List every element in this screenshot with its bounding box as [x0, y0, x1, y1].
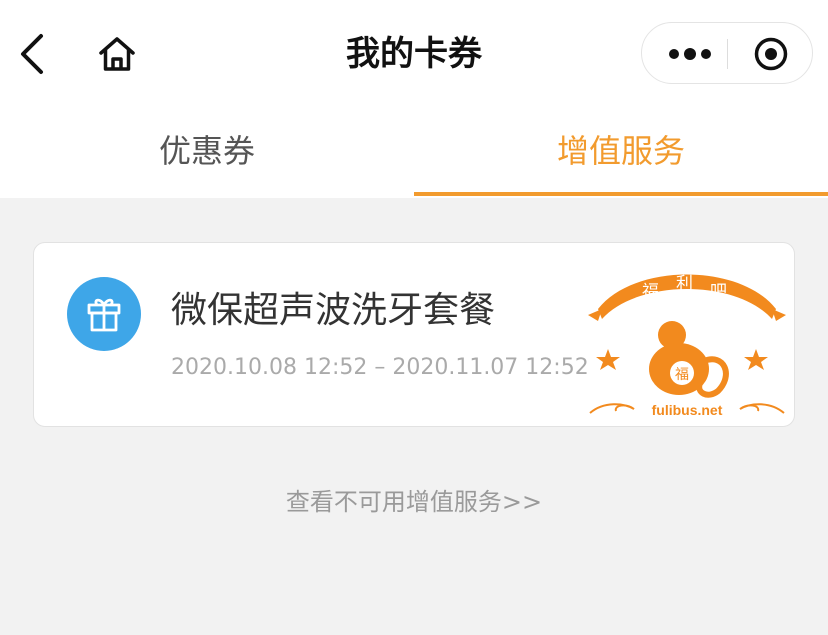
- more-button[interactable]: [660, 33, 720, 75]
- service-title: 微保超声波洗牙套餐: [171, 290, 496, 331]
- chevron-left-icon: [21, 34, 43, 74]
- gift-icon: [87, 298, 121, 332]
- service-card[interactable]: 微保超声波洗牙套餐 2020.10.08 12:52 – 2020.11.07 …: [33, 242, 795, 427]
- validity-period: 2020.10.08 12:52 – 2020.11.07 12:52: [171, 355, 589, 380]
- view-unavailable-services-link[interactable]: 查看不可用增值服务>>: [0, 482, 828, 517]
- target-close-icon: [754, 37, 788, 71]
- tab-coupons[interactable]: 优惠券: [0, 108, 414, 198]
- fulibus-watermark-logo: 福 利 吧 福 fulibus.net: [588, 274, 786, 418]
- home-button[interactable]: [94, 30, 140, 78]
- watermark-banner-char-2: 利: [676, 274, 693, 294]
- mini-program-capsule: [641, 22, 813, 84]
- gift-badge: [67, 277, 141, 351]
- watermark-banner-char-1: 福: [642, 282, 659, 302]
- tab-value-added-services[interactable]: 增值服务: [414, 108, 828, 198]
- home-icon: [99, 37, 135, 71]
- close-button[interactable]: [744, 33, 798, 75]
- watermark-banner-char-3: 吧: [710, 282, 727, 302]
- more-dots-icon: [669, 48, 711, 60]
- capsule-divider: [727, 39, 728, 69]
- tab-bar: 优惠券 增值服务: [0, 108, 828, 198]
- navigation-bar: 我的卡券: [0, 0, 828, 108]
- watermark-site-text: fulibus.net: [652, 402, 723, 418]
- active-tab-indicator: [414, 192, 828, 196]
- back-button[interactable]: [12, 30, 52, 78]
- watermark-badge-char: 福: [675, 367, 689, 383]
